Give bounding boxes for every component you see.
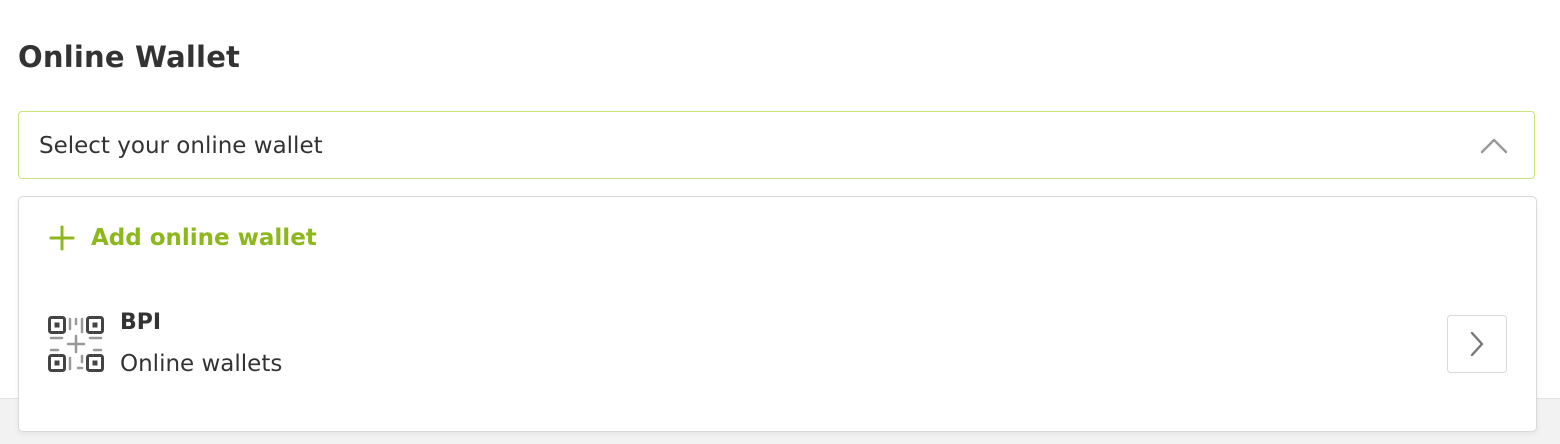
wallet-select[interactable]: Select your online wallet bbox=[18, 111, 1535, 179]
chevron-right-icon bbox=[1470, 331, 1484, 357]
online-wallet-page: Online Wallet Select your online wallet … bbox=[0, 0, 1560, 444]
wallet-item-name: BPI bbox=[120, 310, 162, 335]
page-title: Online Wallet bbox=[18, 40, 241, 74]
wallet-dropdown: Add online wallet BPI Online wallets bbox=[18, 196, 1537, 432]
wallet-item-bpi[interactable]: BPI Online wallets bbox=[19, 297, 1536, 397]
wallet-item-type: Online wallets bbox=[120, 351, 283, 377]
wallet-select-placeholder: Select your online wallet bbox=[39, 133, 323, 159]
chevron-up-icon[interactable] bbox=[1480, 136, 1508, 154]
add-online-wallet-label: Add online wallet bbox=[91, 225, 317, 251]
wallet-item-open-button[interactable] bbox=[1447, 315, 1507, 373]
qr-code-icon bbox=[48, 316, 104, 372]
plus-icon bbox=[49, 225, 75, 251]
add-online-wallet-button[interactable]: Add online wallet bbox=[49, 225, 317, 251]
